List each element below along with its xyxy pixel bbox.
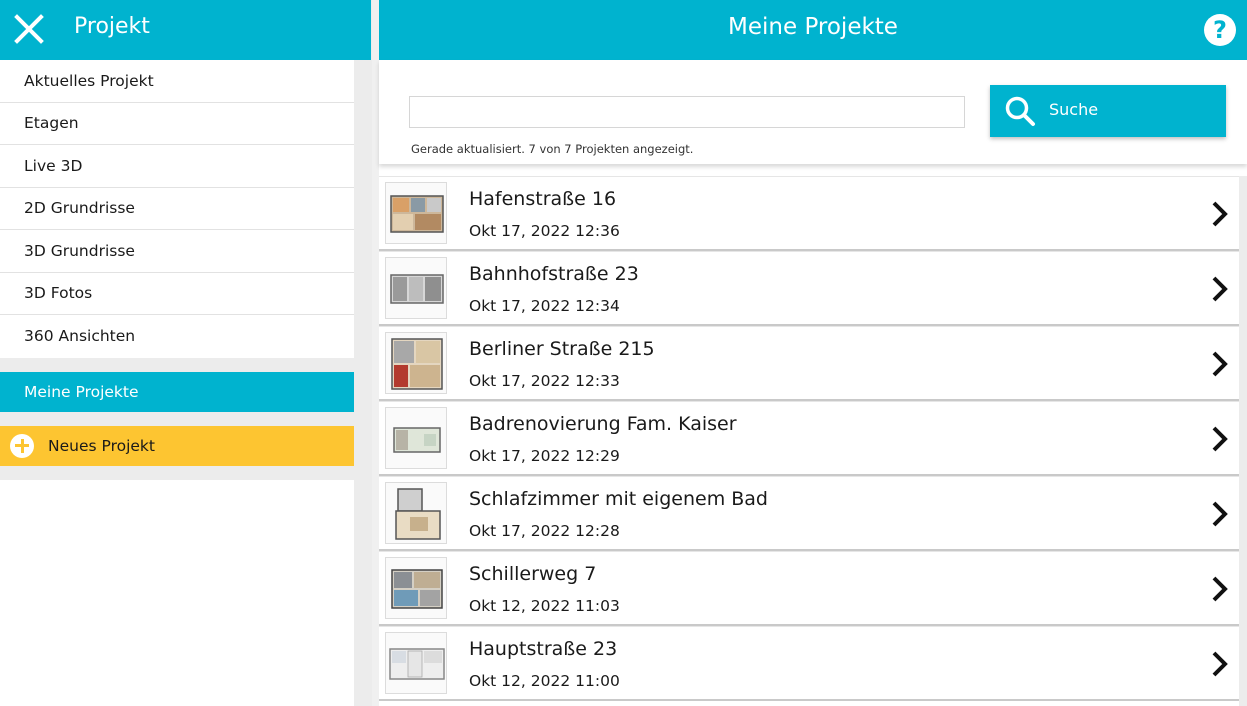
sidebar-menu: Aktuelles Projekt Etagen Live 3D 2D Grun… xyxy=(0,60,354,706)
sidebar-scrollbar[interactable] xyxy=(354,60,372,706)
chevron-right-icon xyxy=(1212,501,1228,527)
chevron-right-icon xyxy=(1212,651,1228,677)
new-project-label: Neues Projekt xyxy=(48,436,155,455)
project-name: Berliner Straße 215 xyxy=(469,338,655,360)
help-icon[interactable]: ? xyxy=(1204,14,1236,46)
plus-icon xyxy=(10,433,34,458)
chevron-right-icon xyxy=(1212,576,1228,602)
project-date: Okt 17, 2022 12:28 xyxy=(469,522,620,540)
app-window: Projekt Aktuelles Projekt Etagen Live 3D… xyxy=(0,0,1247,706)
project-name: Hauptstraße 23 xyxy=(469,638,618,660)
sidebar-item-etagen[interactable]: Etagen xyxy=(0,102,354,145)
project-date: Okt 17, 2022 12:34 xyxy=(469,297,620,315)
project-list: Hafenstraße 16 Okt 17, 2022 12:36 Bahnho… xyxy=(379,176,1247,701)
floorplan-thumbnail xyxy=(385,557,447,619)
floorplan-thumbnail xyxy=(385,632,447,694)
sidebar-item-live-3d[interactable]: Live 3D xyxy=(0,145,354,188)
project-row[interactable]: Schillerweg 7 Okt 12, 2022 11:03 xyxy=(379,551,1239,626)
project-name: Schillerweg 7 xyxy=(469,563,597,585)
project-row[interactable]: Bahnhofstraße 23 Okt 17, 2022 12:34 xyxy=(379,251,1239,326)
sidebar-item-2d-grundrisse[interactable]: 2D Grundrisse xyxy=(0,187,354,230)
chevron-right-icon xyxy=(1212,201,1228,227)
project-date: Okt 12, 2022 11:00 xyxy=(469,672,620,690)
floorplan-thumbnail xyxy=(385,182,447,244)
project-row[interactable]: Badrenovierung Fam. Kaiser Okt 17, 2022 … xyxy=(379,401,1239,476)
close-icon[interactable] xyxy=(12,11,46,47)
project-row[interactable]: Berliner Straße 215 Okt 17, 2022 12:33 xyxy=(379,326,1239,401)
floorplan-thumbnail xyxy=(385,332,447,394)
sidebar-divider xyxy=(0,357,354,372)
project-date: Okt 17, 2022 12:29 xyxy=(469,447,620,465)
search-area: Suche Gerade aktualisiert. 7 von 7 Proje… xyxy=(379,60,1247,164)
sidebar-divider xyxy=(0,465,354,480)
search-button-label: Suche xyxy=(1049,100,1099,119)
sidebar-divider xyxy=(0,411,354,426)
sidebar-item-3d-fotos[interactable]: 3D Fotos xyxy=(0,272,354,315)
project-date: Okt 12, 2022 11:03 xyxy=(469,597,620,615)
main-header: Meine Projekte ? xyxy=(379,0,1247,60)
chevron-right-icon xyxy=(1212,276,1228,302)
search-status: Gerade aktualisiert. 7 von 7 Projekten a… xyxy=(411,142,694,156)
sidebar: Projekt Aktuelles Projekt Etagen Live 3D… xyxy=(0,0,372,706)
project-date: Okt 17, 2022 12:36 xyxy=(469,222,620,240)
chevron-right-icon xyxy=(1212,351,1228,377)
project-name: Hafenstraße 16 xyxy=(469,188,617,210)
search-icon xyxy=(1004,95,1036,127)
search-input[interactable] xyxy=(409,96,965,128)
chevron-right-icon xyxy=(1212,426,1228,452)
sidebar-title: Projekt xyxy=(74,14,150,39)
floorplan-thumbnail xyxy=(385,407,447,469)
project-name: Schlafzimmer mit eigenem Bad xyxy=(469,488,768,510)
project-row[interactable]: Hauptstraße 23 Okt 12, 2022 11:00 xyxy=(379,626,1239,701)
floorplan-thumbnail xyxy=(385,257,447,319)
project-name: Badrenovierung Fam. Kaiser xyxy=(469,413,737,435)
main-scrollbar[interactable] xyxy=(1239,176,1247,706)
main-panel: Meine Projekte ? Suche Gerade aktualisie… xyxy=(379,0,1247,706)
sidebar-item-360-ansichten[interactable]: 360 Ansichten xyxy=(0,315,354,358)
floorplan-thumbnail xyxy=(385,482,447,544)
sidebar-header: Projekt xyxy=(0,0,371,60)
project-row[interactable]: Hafenstraße 16 Okt 17, 2022 12:36 xyxy=(379,176,1239,251)
page-title: Meine Projekte xyxy=(728,14,898,40)
new-project-button[interactable]: Neues Projekt xyxy=(0,425,354,466)
project-name: Bahnhofstraße 23 xyxy=(469,263,639,285)
search-button[interactable]: Suche xyxy=(990,85,1226,137)
sidebar-item-meine-projekte[interactable]: Meine Projekte xyxy=(0,371,354,412)
sidebar-item-aktuelles-projekt[interactable]: Aktuelles Projekt xyxy=(0,60,354,103)
project-date: Okt 17, 2022 12:33 xyxy=(469,372,620,390)
project-row[interactable]: Schlafzimmer mit eigenem Bad Okt 17, 202… xyxy=(379,476,1239,551)
sidebar-item-3d-grundrisse[interactable]: 3D Grundrisse xyxy=(0,230,354,273)
